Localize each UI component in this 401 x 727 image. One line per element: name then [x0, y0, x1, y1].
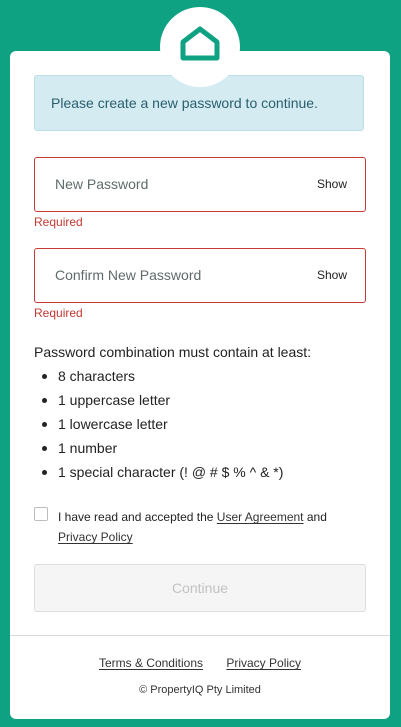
- agreement-middle: and: [306, 510, 327, 524]
- new-password-error: Required: [34, 215, 83, 229]
- requirement-item: 1 special character (! @ # $ % ^ & *): [34, 460, 283, 484]
- requirements-list: 8 characters 1 uppercase letter 1 lowerc…: [34, 364, 283, 484]
- agreement-prefix: I have read and accepted the: [58, 510, 214, 524]
- requirement-item: 1 number: [34, 436, 283, 460]
- footer-links: Terms & Conditions Privacy Policy: [10, 656, 390, 670]
- info-message: Please create a new password to continue…: [51, 95, 318, 111]
- user-agreement-link[interactable]: User Agreement: [217, 510, 304, 524]
- password-card: Please create a new password to continue…: [10, 51, 390, 719]
- requirement-item: 8 characters: [34, 364, 283, 388]
- agreement-checkbox[interactable]: [34, 507, 48, 521]
- copyright: © PropertyIQ Pty Limited: [139, 684, 261, 696]
- new-password-field[interactable]: New Password Show: [34, 157, 366, 212]
- new-password-placeholder: New Password: [55, 176, 149, 192]
- divider: [10, 635, 390, 636]
- continue-button[interactable]: Continue: [34, 564, 366, 612]
- house-icon: [180, 26, 220, 61]
- new-password-show-toggle[interactable]: Show: [317, 177, 347, 191]
- privacy-policy-link[interactable]: Privacy Policy: [58, 530, 133, 544]
- confirm-password-field[interactable]: Confirm New Password Show: [34, 248, 366, 303]
- terms-link[interactable]: Terms & Conditions: [99, 656, 203, 670]
- requirement-item: 1 lowercase letter: [34, 412, 283, 436]
- agreement-text: I have read and accepted the User Agreem…: [58, 507, 348, 547]
- confirm-password-error: Required: [34, 306, 83, 320]
- logo-badge: [160, 7, 240, 87]
- confirm-password-show-toggle[interactable]: Show: [317, 268, 347, 282]
- requirement-item: 1 uppercase letter: [34, 388, 283, 412]
- footer-privacy-link[interactable]: Privacy Policy: [226, 656, 301, 670]
- requirements-title: Password combination must contain at lea…: [34, 344, 312, 360]
- confirm-password-placeholder: Confirm New Password: [55, 267, 202, 283]
